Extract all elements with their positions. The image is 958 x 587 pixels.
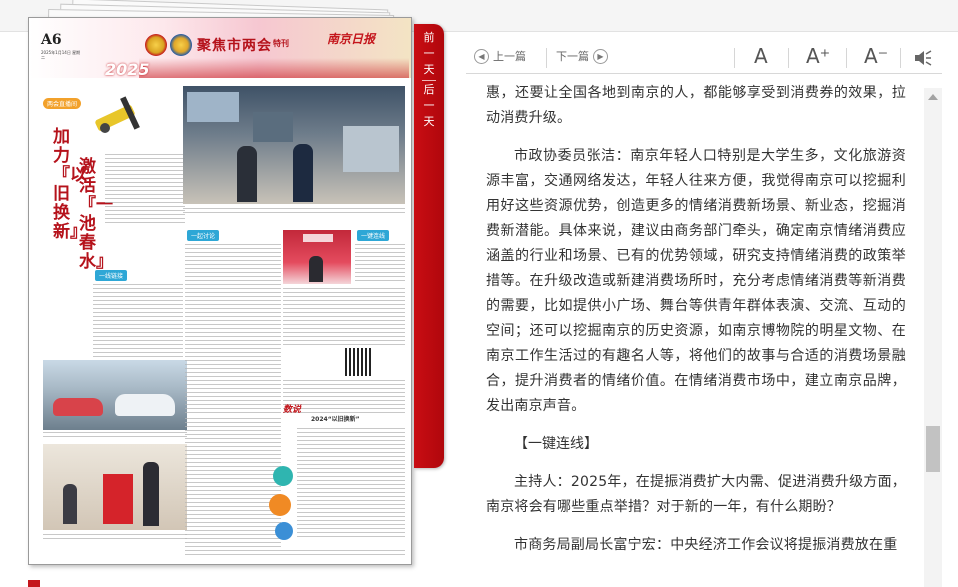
font-smaller-button[interactable]: A⁻: [864, 44, 888, 68]
font-larger-button[interactable]: A⁺: [806, 44, 830, 68]
live-room-photo: [283, 230, 351, 284]
article-paragraph: 主持人：2025年，在提振消费扩大内需、促进消费升级方面，南京将会有哪些重点举措…: [486, 474, 906, 515]
toolbar-divider: [546, 48, 547, 68]
article-paragraph: 加大消费券的发放力度和范围，不仅让南京人能够享受到消费优惠，还要让全国各地到南京…: [486, 85, 906, 126]
article-scrollbar[interactable]: [924, 88, 942, 587]
prev-article-label: 上一篇: [493, 50, 526, 63]
article-body[interactable]: 加大消费券的发放力度和范围，不仅让南京人能够享受到消费优惠，还要让全国各地到南京…: [486, 76, 906, 587]
qr-code-icon[interactable]: [345, 348, 373, 376]
page-masthead: A6 2025年1月14日 星期二 聚焦市两会 特刊 南京日报 2025: [29, 18, 411, 79]
text-column: [105, 154, 185, 224]
article-paragraph: 市商务局副局长富宁宏：中央经济工作会议将提振消费放在重: [514, 537, 898, 553]
infographic-bubble: [275, 522, 293, 540]
prev-day-text: 前一天: [423, 31, 435, 76]
next-day-text: 后一天: [423, 83, 435, 128]
drill-product-image: [91, 88, 151, 148]
next-day-link[interactable]: 后一天: [414, 82, 444, 130]
section-title: 聚焦市两会: [197, 38, 272, 54]
prev-day-link[interactable]: 前一天: [414, 30, 444, 78]
text-column: [185, 418, 281, 548]
toolbar-underline: [466, 73, 942, 74]
year-banner: 2025: [105, 60, 150, 79]
right-arrow-icon: ▶: [593, 48, 608, 64]
article-subhead: 【一键连线】: [514, 436, 598, 452]
page-date: 2025年1月14日 星期二: [41, 50, 81, 60]
speaker-icon[interactable]: [914, 50, 932, 70]
text-column: [283, 380, 405, 414]
scroll-up-arrow-icon[interactable]: [928, 94, 938, 100]
tag-discussion: 一起讨论: [187, 230, 220, 241]
text-column: [93, 284, 183, 360]
infographic-bubble: [269, 494, 291, 516]
electronics-store-photo: [183, 86, 405, 204]
headline-line-2: 激活『一池春水』: [79, 157, 113, 272]
text-column: [355, 244, 405, 284]
toolbar-divider: [846, 48, 847, 68]
infographic-text: [297, 428, 405, 538]
headline-line-1: 加力『以旧换新』: [53, 127, 87, 242]
national-emblem-icon: [145, 34, 167, 56]
tag-one-click-link: 一键连线: [357, 230, 390, 241]
tag-frontline: 一线链接: [95, 270, 128, 281]
corner-mark: [28, 580, 40, 587]
left-arrow-icon: ◀: [474, 48, 489, 64]
cppcc-emblem-icon: [170, 34, 192, 56]
day-nav-tab: 前一天 后一天: [414, 24, 444, 468]
scroll-thumb[interactable]: [926, 426, 940, 472]
car-showroom-photo: [43, 360, 187, 430]
page-number: A6: [41, 32, 62, 48]
caption: [43, 534, 187, 542]
caption: [183, 208, 405, 216]
caption: [43, 432, 187, 440]
skyline-graphic: [139, 58, 409, 78]
text-column: [185, 244, 281, 414]
newspaper-page[interactable]: A6 2025年1月14日 星期二 聚焦市两会 特刊 南京日报 2025 两会直…: [28, 17, 412, 565]
article-paragraph: 市政协委员张洁：南京年轻人口特别是大学生多，文化旅游资源丰富，交通网络发达，年轻…: [486, 148, 906, 414]
special-label: 特刊: [273, 39, 289, 48]
toolbar-divider: [734, 48, 735, 68]
data-title: 2024“以旧换新”: [311, 416, 360, 423]
tag-live-room: 两会直播间: [43, 98, 82, 109]
data-heading: 数说: [283, 405, 302, 415]
text-column: [283, 288, 405, 348]
footer-text: [185, 550, 405, 558]
next-article-button[interactable]: 下一篇 ▶: [556, 48, 608, 64]
prev-article-button[interactable]: ◀ 上一篇: [474, 48, 526, 64]
appliance-store-photo: [43, 444, 187, 530]
nav-divider: [422, 80, 436, 81]
next-article-label: 下一篇: [556, 50, 589, 63]
toolbar-divider: [900, 48, 901, 68]
reader-toolbar: ◀ 上一篇 下一篇 ▶ A A⁺ A⁻: [466, 40, 942, 76]
font-default-button[interactable]: A: [754, 44, 768, 68]
toolbar-divider: [788, 48, 789, 68]
infographic-bubble: [273, 466, 293, 486]
paper-logo: 南京日报: [327, 32, 376, 46]
